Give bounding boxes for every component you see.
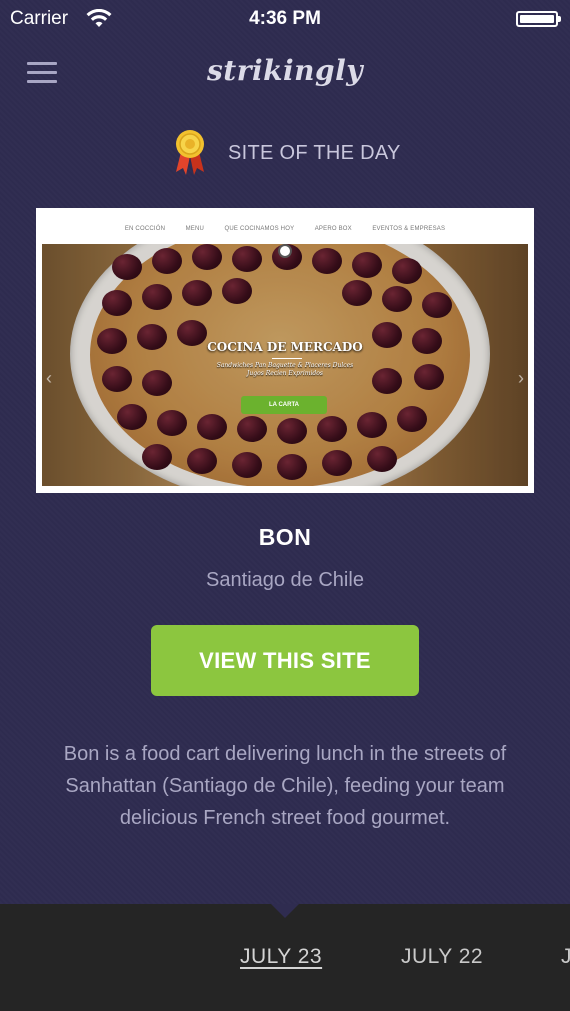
site-location: Santiago de Chile bbox=[206, 569, 364, 591]
preview-nav-item: APERO BOX bbox=[314, 226, 352, 232]
preview-hero-subtitle: Sandwiches Pan Baguette & Placeres Dulce… bbox=[42, 362, 528, 378]
date-tab-next[interactable]: J bbox=[561, 945, 570, 969]
status-bar: Carrier 4:36 PM bbox=[0, 0, 570, 38]
site-name: BON bbox=[258, 524, 312, 550]
preview-nav-item: QUE COCINAMOS HOY bbox=[224, 226, 295, 232]
date-indicator-notch bbox=[271, 904, 299, 918]
app-screen: Carrier 4:36 PM strikingly SITE OF THE D… bbox=[0, 0, 570, 1011]
preview-hero-title: COCINA DE MERCADO bbox=[207, 340, 363, 354]
preview-hero-divider bbox=[272, 358, 302, 359]
site-of-the-day-header: SITE OF THE DAY bbox=[0, 128, 570, 178]
preview-nav-item: EN COCCIÓN bbox=[124, 226, 166, 232]
award-ribbon-icon bbox=[176, 130, 204, 175]
preview-hero-subtitle-line: Jugos Recien Exprimidos bbox=[247, 370, 323, 377]
preview-nav-item: EVENTOS & EMPRESAS bbox=[372, 226, 446, 232]
preview-nav-bar: EN COCCIÓN MENU QUE COCINAMOS HOY APERO … bbox=[42, 214, 528, 244]
status-time: 4:36 PM bbox=[249, 8, 321, 29]
view-this-site-button[interactable]: VIEW THIS SITE bbox=[151, 625, 419, 696]
battery-icon bbox=[516, 11, 561, 27]
camera-icon bbox=[278, 244, 292, 258]
preview-nav-item: MENU bbox=[185, 226, 205, 232]
site-of-the-day-label: SITE OF THE DAY bbox=[228, 142, 401, 164]
date-tab-july-23[interactable]: JULY 23 bbox=[240, 945, 322, 969]
cherry-pie-photo: ‹ › COCINA DE MERCADO Sandwiches Pan Bag… bbox=[42, 244, 528, 486]
strikingly-logo: strikingly bbox=[207, 54, 363, 87]
site-preview-image[interactable]: EN COCCIÓN MENU QUE COCINAMOS HOY APERO … bbox=[36, 208, 534, 493]
preview-carta-button: LA CARTA bbox=[241, 396, 327, 414]
preview-hero-subtitle-line: Sandwiches Pan Baguette & Placeres Dulce… bbox=[216, 362, 354, 369]
date-tab-july-22[interactable]: JULY 22 bbox=[401, 945, 483, 969]
site-description: Bon is a food cart delivering lunch in t… bbox=[63, 743, 507, 829]
